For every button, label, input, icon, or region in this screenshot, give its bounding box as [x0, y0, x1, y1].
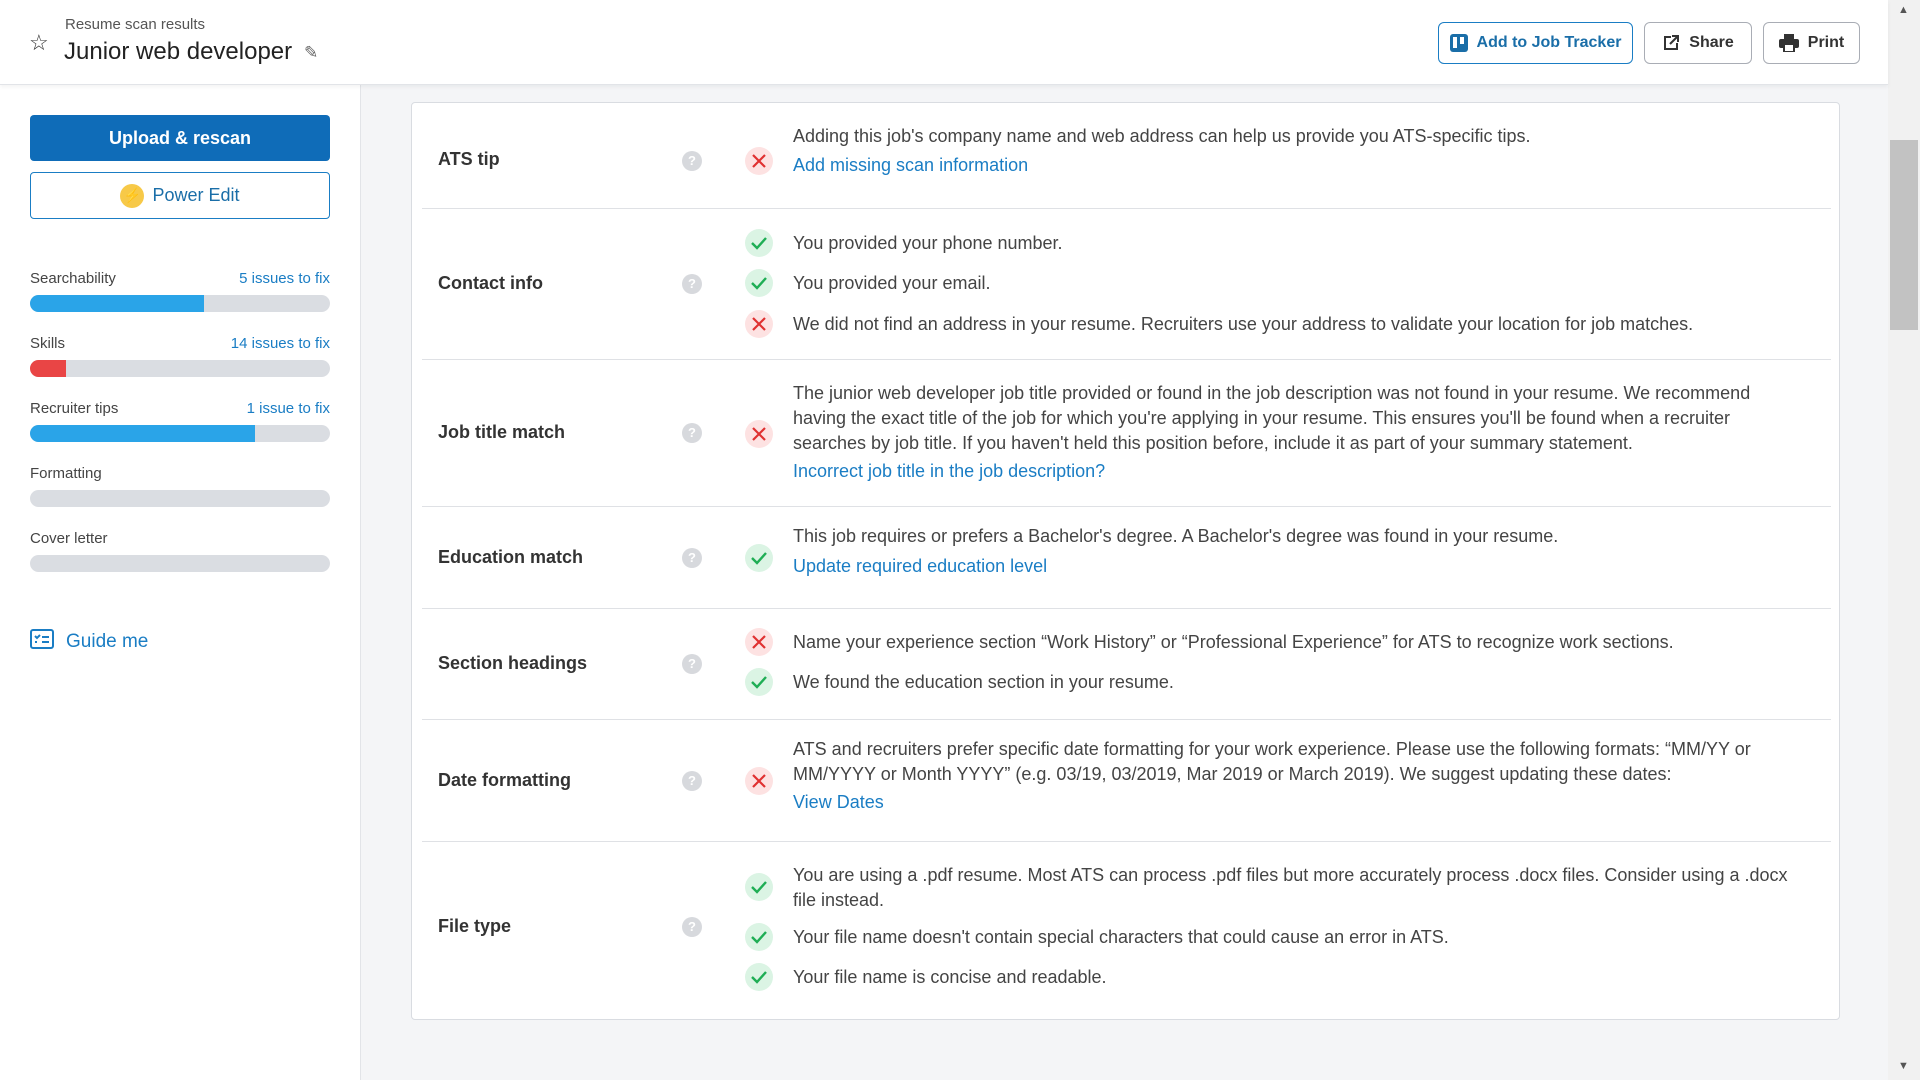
result-message: You provided your email. [793, 273, 991, 293]
guide-me-label: Guide me [66, 631, 149, 652]
metric-label: Cover letter [30, 530, 108, 547]
scrollbar-thumb[interactable] [1890, 140, 1918, 330]
power-edit-button[interactable]: ⚡ Power Edit [30, 172, 330, 219]
result-row-job-title-match: Job title match ? The junior web develop… [422, 360, 1831, 507]
metric-progress-bar [30, 425, 330, 442]
row-label: Contact info [438, 273, 543, 293]
upload-rescan-button[interactable]: Upload & rescan [30, 115, 330, 161]
metric-label: Recruiter tips [30, 400, 119, 417]
help-icon[interactable]: ? [682, 151, 702, 171]
tracker-icon [1449, 34, 1468, 52]
metric-cover-letter: Cover letter [30, 530, 330, 572]
add-missing-scan-info-link[interactable]: Add missing scan information [793, 155, 1028, 176]
help-icon[interactable]: ? [682, 423, 702, 443]
print-button[interactable]: Print [1763, 22, 1860, 64]
result-message: We did not find an address in your resum… [793, 314, 1694, 334]
help-icon[interactable]: ? [682, 274, 702, 294]
x-icon [745, 767, 773, 795]
result-message: You are using a .pdf resume. Most ATS ca… [793, 865, 1788, 910]
result-row-section-headings: Section headings ? Name your experience … [422, 609, 1831, 720]
result-row-contact-info: Contact info ? You provided your phone n… [422, 209, 1831, 360]
metric-progress-bar [30, 490, 330, 507]
power-edit-label: Power Edit [152, 185, 240, 205]
x-icon [745, 147, 773, 175]
result-row-education-match: Education match ? This job requires or p… [422, 507, 1831, 609]
metric-searchability: Searchability 5 issues to fix [30, 270, 330, 312]
add-to-job-tracker-button[interactable]: Add to Job Tracker [1438, 22, 1633, 64]
page-title: Junior web developer [64, 38, 293, 65]
metric-label: Skills [30, 335, 66, 352]
scroll-up-arrow-icon[interactable]: ▲ [1898, 4, 1909, 16]
result-message: Your file name doesn't contain special c… [793, 927, 1449, 947]
page-subtitle: Resume scan results [65, 16, 206, 33]
metric-recruiter-tips: Recruiter tips 1 issue to fix [30, 400, 330, 442]
result-message: This job requires or prefers a Bachelor'… [793, 526, 1559, 546]
metric-issues-link[interactable]: 1 issue to fix [247, 400, 330, 417]
print-icon [1778, 34, 1799, 52]
pencil-icon[interactable]: ✎ [304, 43, 318, 63]
check-icon [745, 668, 773, 696]
share-icon [1662, 34, 1680, 52]
row-label: Date formatting [438, 770, 572, 790]
result-message: You provided your phone number. [793, 233, 1063, 253]
result-message: Name your experience section “Work Histo… [793, 632, 1674, 652]
metric-progress-fill [30, 295, 204, 312]
metric-progress-fill [30, 360, 66, 377]
help-icon[interactable]: ? [682, 771, 702, 791]
metric-progress-bar [30, 555, 330, 572]
incorrect-job-title-link[interactable]: Incorrect job title in the job descripti… [793, 461, 1105, 482]
metric-issues-link[interactable]: 5 issues to fix [239, 270, 330, 287]
row-label: Section headings [438, 653, 588, 673]
result-message: The junior web developer job title provi… [793, 383, 1751, 453]
metric-formatting: Formatting [30, 465, 330, 507]
star-icon[interactable]: ☆ [29, 30, 49, 56]
update-education-level-link[interactable]: Update required education level [793, 556, 1047, 577]
result-message: We found the education section in your r… [793, 672, 1174, 692]
scroll-down-arrow-icon[interactable]: ▼ [1898, 1060, 1909, 1072]
top-header: ☆ Resume scan results Junior web develop… [0, 0, 1888, 85]
metric-skills: Skills 14 issues to fix [30, 335, 330, 377]
metric-issues-link[interactable]: 14 issues to fix [231, 335, 330, 352]
job-tracker-label: Add to Job Tracker [1476, 34, 1622, 51]
metric-progress-fill [30, 425, 255, 442]
x-icon [745, 310, 773, 338]
metric-progress-bar [30, 360, 330, 377]
result-message: Your file name is concise and readable. [793, 967, 1107, 987]
bolt-icon: ⚡ [120, 183, 145, 208]
row-label: ATS tip [438, 149, 500, 169]
check-icon [745, 873, 773, 901]
x-icon [745, 628, 773, 656]
scan-results-card: ATS tip ? Adding this job's company name… [411, 102, 1840, 1020]
row-label: File type [438, 916, 512, 936]
metric-progress-bar [30, 295, 330, 312]
metric-label: Searchability [30, 270, 116, 287]
result-row-file-type: File type ? You are using a .pdf resume.… [422, 842, 1831, 1017]
result-row-ats-tip: ATS tip ? Adding this job's company name… [422, 103, 1831, 209]
result-row-date-formatting: Date formatting ? ATS and recruiters pre… [422, 720, 1831, 842]
check-icon [745, 269, 773, 297]
check-icon [745, 963, 773, 991]
page-scrollbar[interactable]: ▲ ▼ [1888, 0, 1920, 1080]
row-label: Education match [438, 547, 584, 567]
result-message: Adding this job's company name and web a… [793, 126, 1531, 146]
print-label: Print [1807, 34, 1845, 51]
sidebar: Upload & rescan ⚡ Power Edit Searchabili… [0, 85, 361, 1080]
share-label: Share [1689, 34, 1734, 51]
view-dates-link[interactable]: View Dates [793, 792, 884, 813]
help-icon[interactable]: ? [682, 548, 702, 568]
check-icon [745, 229, 773, 257]
help-icon[interactable]: ? [682, 917, 702, 937]
share-button[interactable]: Share [1644, 22, 1752, 64]
result-message: ATS and recruiters prefer specific date … [793, 739, 1751, 784]
checklist-icon [30, 629, 54, 655]
row-label: Job title match [438, 422, 566, 442]
check-icon [745, 544, 773, 572]
metric-label: Formatting [30, 465, 102, 482]
guide-me-link[interactable]: Guide me [30, 629, 148, 655]
help-icon[interactable]: ? [682, 654, 702, 674]
x-icon [745, 420, 773, 448]
check-icon [745, 923, 773, 951]
